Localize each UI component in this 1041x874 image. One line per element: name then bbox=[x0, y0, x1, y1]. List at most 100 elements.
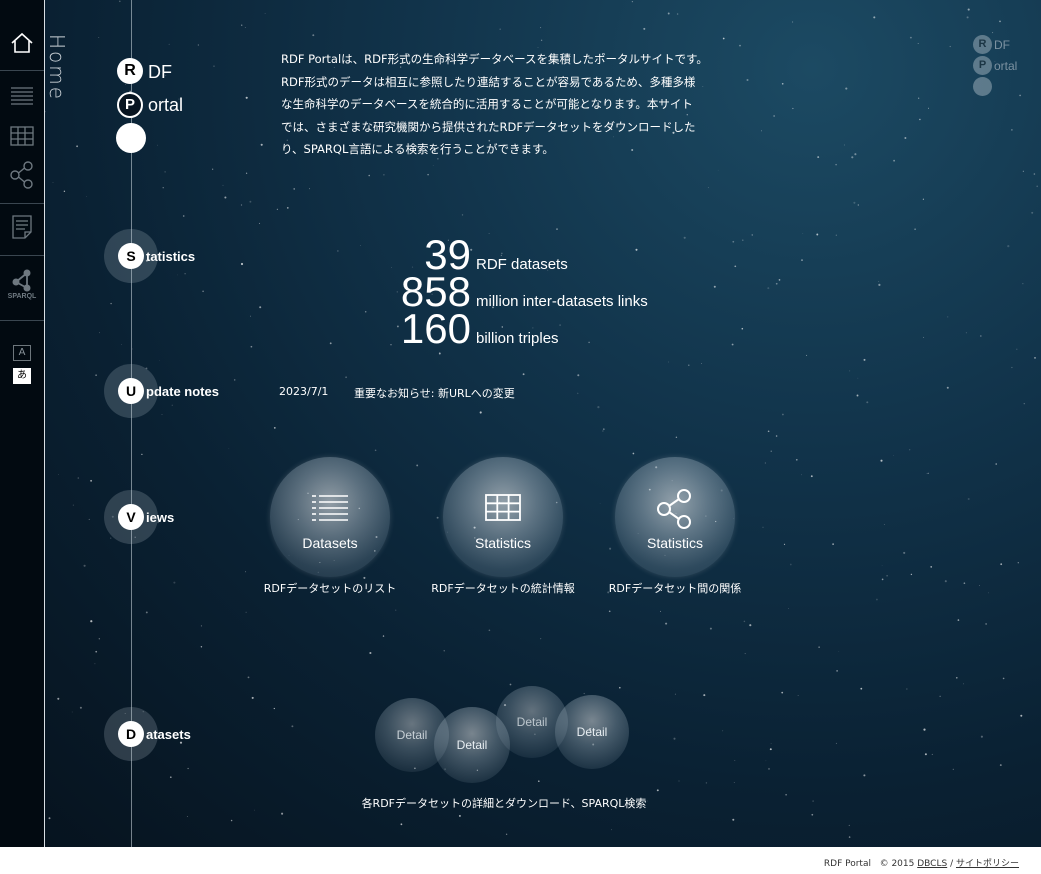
nav-datasets[interactable] bbox=[0, 84, 44, 108]
star bbox=[893, 455, 894, 456]
star bbox=[173, 581, 176, 584]
star bbox=[732, 240, 735, 243]
view-label: Statistics bbox=[646, 535, 703, 551]
star bbox=[741, 327, 744, 330]
stat-value: 160 bbox=[400, 305, 471, 352]
star bbox=[979, 335, 982, 337]
language-english-button[interactable]: A bbox=[13, 345, 31, 361]
star bbox=[159, 360, 160, 362]
section-title-statistics: tatistics bbox=[146, 249, 196, 264]
star bbox=[611, 829, 612, 831]
nav-home[interactable] bbox=[0, 30, 44, 56]
star bbox=[416, 464, 419, 467]
star bbox=[767, 287, 770, 290]
star bbox=[722, 730, 724, 732]
star bbox=[797, 695, 799, 696]
logo-node-p: P bbox=[117, 92, 143, 118]
star bbox=[665, 622, 668, 625]
star bbox=[701, 363, 702, 364]
star bbox=[1034, 357, 1036, 359]
intro-text: RDF Portalは、RDF形式の生命科学データベースを集積したポータルサイト… bbox=[281, 48, 726, 161]
main-area: SPARQL A あ Home R DF P ortal RDF Portalは… bbox=[0, 0, 1041, 847]
star bbox=[863, 774, 866, 777]
star bbox=[789, 563, 792, 566]
footer-copyright: © 2015 bbox=[879, 859, 915, 869]
star bbox=[177, 274, 178, 276]
star bbox=[1023, 403, 1025, 405]
star bbox=[856, 394, 859, 397]
star bbox=[312, 34, 315, 37]
stat-label: billion triples bbox=[476, 330, 559, 347]
star bbox=[250, 315, 251, 317]
star bbox=[98, 37, 100, 38]
footer-dbcls-link[interactable]: DBCLS bbox=[917, 859, 947, 869]
star bbox=[703, 694, 706, 697]
star bbox=[458, 814, 461, 817]
star bbox=[383, 173, 385, 176]
star bbox=[52, 182, 54, 184]
star bbox=[947, 316, 949, 318]
view-statistics-button[interactable]: Statistics bbox=[443, 457, 563, 577]
star bbox=[157, 144, 159, 146]
sidebar-nav: SPARQL A あ bbox=[0, 0, 45, 847]
star bbox=[792, 21, 794, 23]
star bbox=[732, 818, 735, 821]
star bbox=[709, 627, 712, 630]
intro-line: では、さまざまな研究機関から提供されたRDFデータセットをダウンロードした bbox=[281, 119, 696, 134]
star bbox=[132, 348, 133, 350]
star bbox=[247, 676, 250, 679]
footer-policy-link[interactable]: サイトポリシー bbox=[956, 859, 1019, 869]
star bbox=[1019, 94, 1021, 97]
list-icon bbox=[312, 495, 348, 521]
star bbox=[893, 159, 895, 162]
view-graph-button[interactable]: Statistics bbox=[615, 457, 735, 577]
dataset-detail-bubble[interactable]: Detail bbox=[434, 707, 510, 783]
sparql-icon bbox=[12, 269, 31, 292]
nav-statistics[interactable] bbox=[0, 124, 44, 148]
star bbox=[228, 448, 230, 450]
dataset-detail-bubble[interactable]: Detail bbox=[555, 695, 629, 769]
view-label: Datasets bbox=[302, 535, 358, 551]
view-datasets-button[interactable]: Datasets bbox=[270, 457, 390, 577]
update-note-link[interactable]: 重要なお知らせ: 新URLへの変更 bbox=[354, 385, 515, 401]
stat-label: RDF datasets bbox=[476, 256, 568, 273]
star bbox=[643, 27, 646, 30]
star bbox=[848, 836, 851, 838]
section-marker-statistics: S bbox=[118, 243, 144, 269]
star bbox=[835, 234, 837, 236]
star bbox=[775, 435, 778, 437]
star bbox=[923, 728, 926, 731]
star bbox=[881, 578, 884, 581]
star bbox=[909, 36, 912, 39]
corner-logo-text-ortal: ortal bbox=[994, 59, 1018, 73]
star bbox=[788, 608, 790, 609]
language-japanese-button[interactable]: あ bbox=[13, 368, 31, 384]
star bbox=[443, 650, 445, 652]
star bbox=[731, 343, 734, 346]
star bbox=[810, 475, 813, 478]
star bbox=[854, 153, 857, 156]
star bbox=[963, 582, 966, 585]
logo-node-r: R bbox=[117, 58, 143, 84]
star bbox=[230, 819, 233, 822]
nav-documents[interactable] bbox=[0, 214, 44, 240]
star bbox=[125, 84, 126, 85]
star bbox=[58, 474, 59, 475]
nav-graph[interactable] bbox=[0, 160, 44, 190]
star bbox=[673, 737, 676, 740]
star bbox=[769, 748, 772, 751]
star bbox=[249, 200, 252, 203]
corner-logo-dot-p: P bbox=[973, 56, 992, 75]
star bbox=[801, 259, 803, 261]
star bbox=[866, 401, 869, 404]
star bbox=[928, 107, 929, 109]
star bbox=[72, 504, 74, 506]
star bbox=[743, 620, 746, 623]
star bbox=[764, 462, 766, 464]
star bbox=[1002, 677, 1005, 680]
star bbox=[94, 663, 96, 665]
star bbox=[395, 609, 397, 611]
nav-sparql[interactable] bbox=[0, 268, 44, 292]
star bbox=[241, 24, 243, 26]
star bbox=[369, 651, 372, 655]
